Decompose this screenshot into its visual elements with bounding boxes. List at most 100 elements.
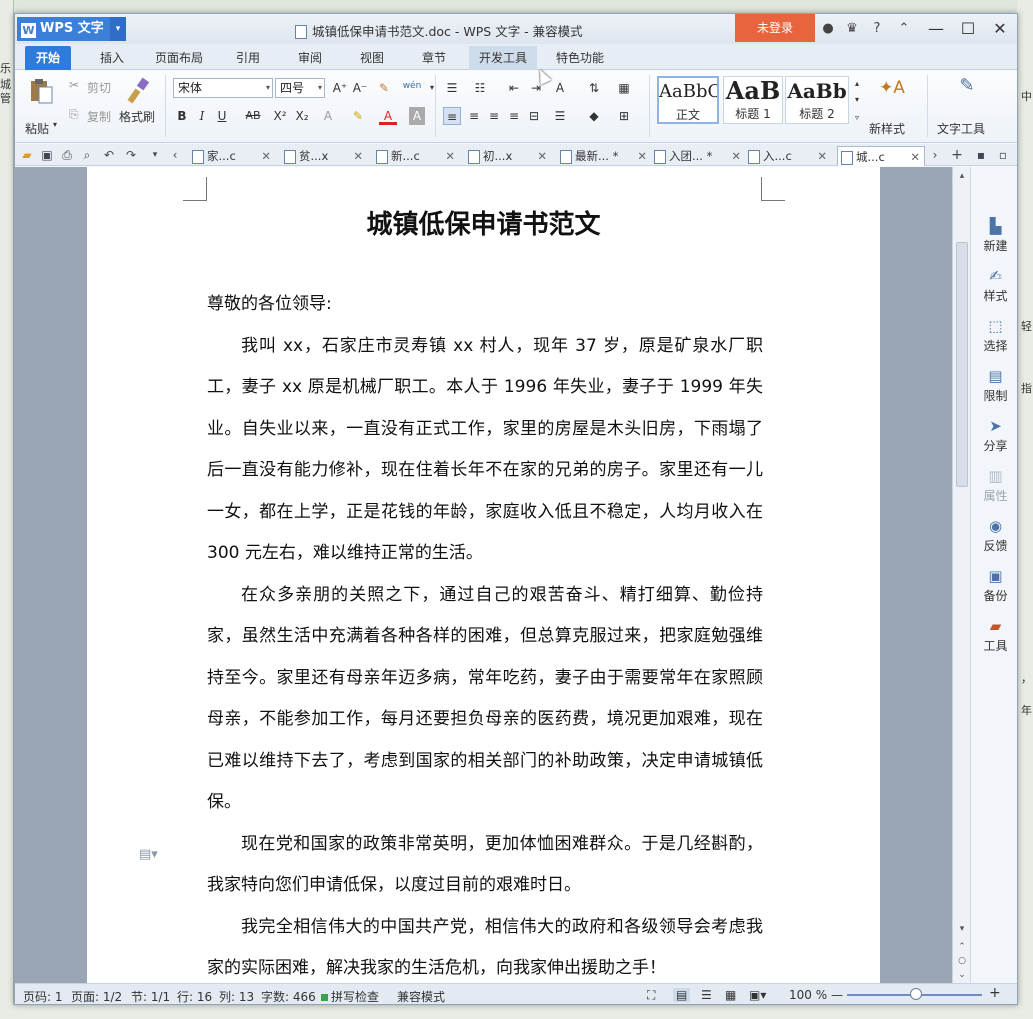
- clear-format-icon[interactable]: ✎: [375, 79, 393, 97]
- help-button[interactable]: ?: [867, 20, 887, 38]
- outline-view-icon[interactable]: ☰: [701, 988, 712, 1002]
- collapse-ribbon-icon[interactable]: ⌃: [895, 20, 913, 38]
- side-backup[interactable]: ▣ 备份: [971, 565, 1017, 611]
- reading-view-icon[interactable]: ▣▾: [749, 988, 766, 1002]
- cut-button[interactable]: 剪切: [87, 79, 111, 96]
- save-icon[interactable]: ▣: [39, 147, 55, 163]
- vertical-scrollbar[interactable]: ▴ ▾ ⌃ ○ ⌄: [952, 167, 970, 983]
- doc-tab[interactable]: 入团... * ✕: [651, 146, 745, 166]
- table-icon[interactable]: ▦: [615, 79, 633, 97]
- print-icon[interactable]: ⎙: [59, 147, 75, 163]
- shirt-icon[interactable]: ♛: [843, 20, 861, 38]
- close-button[interactable]: ✕: [985, 16, 1015, 42]
- doc-tab[interactable]: 家...c ✕: [189, 146, 275, 166]
- tab-developer[interactable]: 开发工具: [469, 46, 537, 70]
- tab-menu-icon[interactable]: ▫: [995, 147, 1011, 163]
- tabs-scroll-left-icon[interactable]: ‹: [167, 147, 183, 163]
- format-painter-icon[interactable]: [125, 77, 153, 105]
- close-tab-icon[interactable]: ✕: [537, 146, 547, 166]
- side-select[interactable]: ⬚ 选择: [971, 315, 1017, 361]
- tab-view[interactable]: 视图: [349, 46, 395, 70]
- select-browse-icon[interactable]: ○: [953, 954, 971, 968]
- minimize-button[interactable]: —: [921, 16, 951, 42]
- scroll-up-icon[interactable]: ▴: [953, 169, 971, 183]
- style-normal[interactable]: AaBbC 正文: [657, 76, 719, 124]
- style-heading-1[interactable]: AaB 标题 1: [723, 76, 783, 124]
- tab-home[interactable]: 开始: [25, 46, 71, 70]
- close-tab-icon[interactable]: ✕: [261, 146, 271, 166]
- side-new[interactable]: ▙ 新建: [971, 215, 1017, 261]
- side-restrict[interactable]: ▤ 限制: [971, 365, 1017, 411]
- prev-page-icon[interactable]: ⌃: [953, 940, 971, 954]
- text-tools-icon[interactable]: ✎: [955, 77, 979, 95]
- doc-tab[interactable]: 贫...x ✕: [281, 146, 367, 166]
- tab-references[interactable]: 引用: [225, 46, 271, 70]
- new-style-icon[interactable]: ✦A: [879, 79, 905, 97]
- numbered-list-icon[interactable]: ☷: [471, 79, 489, 97]
- underline-icon[interactable]: U: [213, 107, 231, 125]
- close-tab-icon[interactable]: ✕: [910, 147, 920, 167]
- web-view-icon[interactable]: ▦: [725, 988, 736, 1002]
- tab-insert[interactable]: 插入: [89, 46, 135, 70]
- doc-tab[interactable]: 最新... * ✕: [557, 146, 651, 166]
- new-style-button[interactable]: 新样式: [869, 120, 905, 137]
- highlight-icon[interactable]: ✎: [349, 107, 367, 125]
- shrink-font-icon[interactable]: A⁻: [351, 79, 369, 97]
- copy-button[interactable]: 复制: [87, 108, 111, 125]
- skin-icon[interactable]: ●: [819, 20, 837, 38]
- scroll-down-icon[interactable]: ▾: [953, 922, 971, 936]
- quick-access-dropdown-icon[interactable]: ▾: [147, 147, 163, 163]
- close-tab-icon[interactable]: ✕: [445, 146, 455, 166]
- bold-icon[interactable]: B: [173, 107, 191, 125]
- close-tab-icon[interactable]: ✕: [637, 146, 647, 166]
- style-more-icon[interactable]: ▿: [851, 109, 863, 127]
- doc-tab[interactable]: 入...c ✕: [745, 146, 831, 166]
- document-body[interactable]: 尊敬的各位领导: 我叫 xx，石家庄市灵寿镇 xx 村人，现年 37 岁，原是矿…: [207, 284, 763, 983]
- pinyin-icon[interactable]: wén: [399, 77, 425, 95]
- paste-icon[interactable]: [27, 77, 55, 105]
- zoom-slider-handle[interactable]: [910, 988, 922, 1000]
- tab-special-features[interactable]: 特色功能: [547, 46, 613, 70]
- style-scroll-down-icon[interactable]: ▾: [851, 91, 863, 109]
- bullet-list-icon[interactable]: ☰: [443, 79, 461, 97]
- align-center-icon[interactable]: ≡: [465, 107, 483, 125]
- justify-icon[interactable]: ≡: [505, 107, 523, 125]
- print-preview-icon[interactable]: ⌕: [79, 147, 95, 163]
- distribute-icon[interactable]: ⊟: [525, 107, 543, 125]
- open-folder-icon[interactable]: ▰: [19, 147, 35, 163]
- side-share[interactable]: ➤ 分享: [971, 415, 1017, 461]
- zoom-in-icon[interactable]: +: [989, 985, 1001, 1001]
- tab-page-layout[interactable]: 页面布局: [147, 46, 211, 70]
- paste-dropdown-icon[interactable]: ▾: [53, 120, 57, 129]
- strikethrough-icon[interactable]: AB: [241, 107, 265, 125]
- close-tab-icon[interactable]: ✕: [353, 146, 363, 166]
- style-heading-2[interactable]: AaBb 标题 2: [785, 76, 849, 124]
- align-left-icon[interactable]: ≡: [443, 107, 461, 125]
- zoom-out-icon[interactable]: —: [831, 988, 843, 1002]
- text-tools-button[interactable]: 文字工具: [937, 120, 985, 137]
- subscript-icon[interactable]: X₂: [293, 107, 311, 125]
- format-painter-button[interactable]: 格式刷: [119, 108, 155, 125]
- status-word-count[interactable]: 字数: 466: [261, 988, 316, 1004]
- tab-list-icon[interactable]: ▪: [973, 147, 989, 163]
- shading-icon[interactable]: ◆: [585, 107, 603, 125]
- paragraph-options-icon[interactable]: ▤▾: [139, 847, 158, 862]
- border-icon[interactable]: ⊞: [615, 107, 633, 125]
- new-tab-icon[interactable]: +: [949, 147, 965, 163]
- side-style[interactable]: ✍ 样式: [971, 265, 1017, 311]
- sort-icon[interactable]: ⇅: [585, 79, 603, 97]
- document-page[interactable]: 城镇低保申请书范文 尊敬的各位领导: 我叫 xx，石家庄市灵寿镇 xx 村人，现…: [87, 167, 880, 983]
- close-tab-icon[interactable]: ✕: [731, 146, 741, 166]
- char-shading-icon[interactable]: A: [409, 107, 425, 125]
- side-tools[interactable]: ▰ 工具: [971, 615, 1017, 661]
- paste-button[interactable]: 粘贴: [25, 120, 49, 137]
- text-effect-icon[interactable]: A: [319, 107, 337, 125]
- doc-tab-active[interactable]: 城...c ✕: [837, 146, 925, 166]
- pinyin-dropdown-icon[interactable]: ▾: [423, 79, 441, 97]
- copy-icon[interactable]: ⎘: [69, 107, 79, 122]
- maximize-button[interactable]: ☐: [953, 16, 983, 42]
- italic-icon[interactable]: I: [193, 107, 211, 125]
- text-direction-icon[interactable]: A: [551, 79, 569, 97]
- line-spacing-icon[interactable]: ☰: [551, 107, 569, 125]
- zoom-level[interactable]: 100 %: [789, 988, 827, 1002]
